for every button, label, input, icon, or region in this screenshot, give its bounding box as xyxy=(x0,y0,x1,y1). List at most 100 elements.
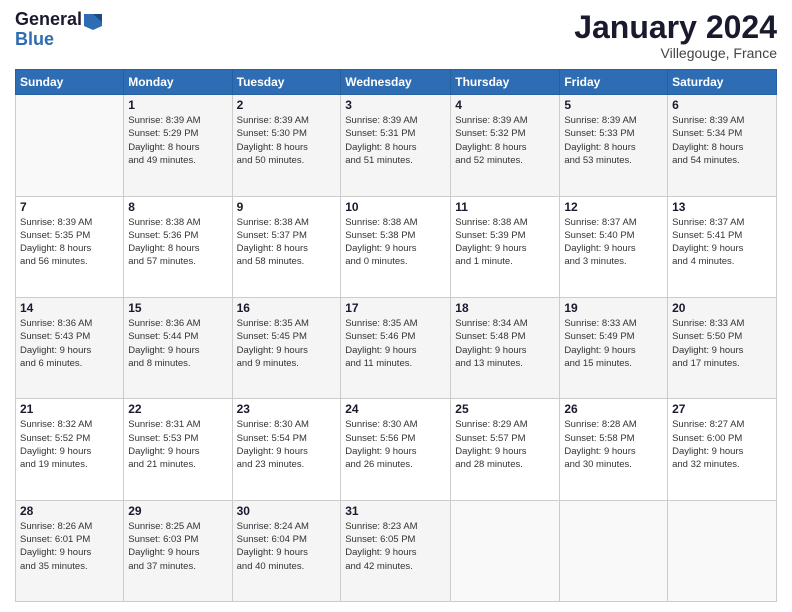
calendar-week-row: 21 Sunrise: 8:32 AM Sunset: 5:52 PM Dayli… xyxy=(16,399,777,500)
day-info: Sunrise: 8:29 AM Sunset: 5:57 PM Dayligh… xyxy=(455,418,555,471)
calendar-cell: 23 Sunrise: 8:30 AM Sunset: 5:54 PM Dayli… xyxy=(232,399,341,500)
day-info: Sunrise: 8:35 AM Sunset: 5:45 PM Dayligh… xyxy=(237,317,337,370)
weekday-header: Wednesday xyxy=(341,70,451,95)
calendar-cell: 12 Sunrise: 8:37 AM Sunset: 5:40 PM Dayli… xyxy=(560,196,668,297)
calendar-cell: 24 Sunrise: 8:30 AM Sunset: 5:56 PM Dayli… xyxy=(341,399,451,500)
day-info: Sunrise: 8:39 AM Sunset: 5:35 PM Dayligh… xyxy=(20,216,119,269)
title-section: January 2024 Villegouge, France xyxy=(574,10,777,61)
day-number: 26 xyxy=(564,402,663,416)
day-number: 14 xyxy=(20,301,119,315)
calendar-cell: 29Sunrise: 8:25 AM Sunset: 6:03 PM Dayli… xyxy=(124,500,232,601)
calendar-cell: 14 Sunrise: 8:36 AM Sunset: 5:43 PM Dayli… xyxy=(16,297,124,398)
calendar-cell: 25Sunrise: 8:29 AM Sunset: 5:57 PM Dayli… xyxy=(451,399,560,500)
day-info: Sunrise: 8:36 AM Sunset: 5:44 PM Dayligh… xyxy=(128,317,227,370)
day-info: Sunrise: 8:27 AM Sunset: 6:00 PM Dayligh… xyxy=(672,418,772,471)
day-info: Sunrise: 8:34 AM Sunset: 5:48 PM Dayligh… xyxy=(455,317,555,370)
day-info: Sunrise: 8:39 AM Sunset: 5:34 PM Dayligh… xyxy=(672,114,772,167)
day-number: 30 xyxy=(237,504,337,518)
day-info: Sunrise: 8:23 AM Sunset: 6:05 PM Dayligh… xyxy=(345,520,446,573)
day-info: Sunrise: 8:39 AM Sunset: 5:30 PM Dayligh… xyxy=(237,114,337,167)
month-title: January 2024 xyxy=(574,10,777,45)
day-number: 16 xyxy=(237,301,337,315)
day-number: 18 xyxy=(455,301,555,315)
day-number: 31 xyxy=(345,504,446,518)
day-number: 24 xyxy=(345,402,446,416)
day-number: 1 xyxy=(128,98,227,112)
day-info: Sunrise: 8:39 AM Sunset: 5:33 PM Dayligh… xyxy=(564,114,663,167)
weekday-header: Friday xyxy=(560,70,668,95)
calendar-cell: 6 Sunrise: 8:39 AM Sunset: 5:34 PM Daylig… xyxy=(668,95,777,196)
calendar-cell: 10 Sunrise: 8:38 AM Sunset: 5:38 PM Dayli… xyxy=(341,196,451,297)
day-number: 11 xyxy=(455,200,555,214)
day-info: Sunrise: 8:30 AM Sunset: 5:54 PM Dayligh… xyxy=(237,418,337,471)
day-number: 21 xyxy=(20,402,119,416)
day-number: 13 xyxy=(672,200,772,214)
day-info: Sunrise: 8:36 AM Sunset: 5:43 PM Dayligh… xyxy=(20,317,119,370)
day-number: 4 xyxy=(455,98,555,112)
day-number: 23 xyxy=(237,402,337,416)
calendar-cell: 20Sunrise: 8:33 AM Sunset: 5:50 PM Dayli… xyxy=(668,297,777,398)
weekday-header: Sunday xyxy=(16,70,124,95)
calendar-cell xyxy=(451,500,560,601)
day-number: 12 xyxy=(564,200,663,214)
calendar-cell: 18 Sunrise: 8:34 AM Sunset: 5:48 PM Dayli… xyxy=(451,297,560,398)
day-info: Sunrise: 8:38 AM Sunset: 5:39 PM Dayligh… xyxy=(455,216,555,269)
day-info: Sunrise: 8:31 AM Sunset: 5:53 PM Dayligh… xyxy=(128,418,227,471)
calendar-cell: 11 Sunrise: 8:38 AM Sunset: 5:39 PM Dayli… xyxy=(451,196,560,297)
day-info: Sunrise: 8:25 AM Sunset: 6:03 PM Dayligh… xyxy=(128,520,227,573)
calendar-cell: 8Sunrise: 8:38 AM Sunset: 5:36 PM Daylig… xyxy=(124,196,232,297)
day-number: 5 xyxy=(564,98,663,112)
day-info: Sunrise: 8:39 AM Sunset: 5:29 PM Dayligh… xyxy=(128,114,227,167)
day-info: Sunrise: 8:39 AM Sunset: 5:32 PM Dayligh… xyxy=(455,114,555,167)
day-info: Sunrise: 8:26 AM Sunset: 6:01 PM Dayligh… xyxy=(20,520,119,573)
calendar-cell xyxy=(560,500,668,601)
weekday-header: Tuesday xyxy=(232,70,341,95)
calendar-cell: 1 Sunrise: 8:39 AM Sunset: 5:29 PM Daylig… xyxy=(124,95,232,196)
calendar-cell: 30Sunrise: 8:24 AM Sunset: 6:04 PM Dayli… xyxy=(232,500,341,601)
day-number: 7 xyxy=(20,200,119,214)
calendar-cell: 2 Sunrise: 8:39 AM Sunset: 5:30 PM Daylig… xyxy=(232,95,341,196)
calendar-cell: 26 Sunrise: 8:28 AM Sunset: 5:58 PM Dayli… xyxy=(560,399,668,500)
day-number: 9 xyxy=(237,200,337,214)
day-info: Sunrise: 8:32 AM Sunset: 5:52 PM Dayligh… xyxy=(20,418,119,471)
calendar-week-row: 1 Sunrise: 8:39 AM Sunset: 5:29 PM Daylig… xyxy=(16,95,777,196)
calendar-cell: 21 Sunrise: 8:32 AM Sunset: 5:52 PM Dayli… xyxy=(16,399,124,500)
calendar-cell: 13 Sunrise: 8:37 AM Sunset: 5:41 PM Dayli… xyxy=(668,196,777,297)
calendar-cell: 19Sunrise: 8:33 AM Sunset: 5:49 PM Dayli… xyxy=(560,297,668,398)
calendar-cell: 5 Sunrise: 8:39 AM Sunset: 5:33 PM Daylig… xyxy=(560,95,668,196)
day-info: Sunrise: 8:37 AM Sunset: 5:40 PM Dayligh… xyxy=(564,216,663,269)
weekday-header: Saturday xyxy=(668,70,777,95)
calendar-cell: 16 Sunrise: 8:35 AM Sunset: 5:45 PM Dayli… xyxy=(232,297,341,398)
day-number: 19 xyxy=(564,301,663,315)
day-number: 10 xyxy=(345,200,446,214)
header: General Blue January 2024 Villegouge, Fr… xyxy=(15,10,777,61)
day-number: 3 xyxy=(345,98,446,112)
day-info: Sunrise: 8:30 AM Sunset: 5:56 PM Dayligh… xyxy=(345,418,446,471)
day-info: Sunrise: 8:38 AM Sunset: 5:38 PM Dayligh… xyxy=(345,216,446,269)
calendar-cell: 27 Sunrise: 8:27 AM Sunset: 6:00 PM Dayli… xyxy=(668,399,777,500)
day-number: 2 xyxy=(237,98,337,112)
day-info: Sunrise: 8:37 AM Sunset: 5:41 PM Dayligh… xyxy=(672,216,772,269)
day-number: 15 xyxy=(128,301,227,315)
calendar-table: SundayMondayTuesdayWednesdayThursdayFrid… xyxy=(15,69,777,602)
calendar-week-row: 7 Sunrise: 8:39 AM Sunset: 5:35 PM Daylig… xyxy=(16,196,777,297)
day-number: 22 xyxy=(128,402,227,416)
calendar-cell: 7 Sunrise: 8:39 AM Sunset: 5:35 PM Daylig… xyxy=(16,196,124,297)
calendar-week-row: 14 Sunrise: 8:36 AM Sunset: 5:43 PM Dayli… xyxy=(16,297,777,398)
calendar-cell: 4 Sunrise: 8:39 AM Sunset: 5:32 PM Daylig… xyxy=(451,95,560,196)
calendar-cell: 9Sunrise: 8:38 AM Sunset: 5:37 PM Daylig… xyxy=(232,196,341,297)
weekday-header: Thursday xyxy=(451,70,560,95)
day-number: 8 xyxy=(128,200,227,214)
day-info: Sunrise: 8:39 AM Sunset: 5:31 PM Dayligh… xyxy=(345,114,446,167)
calendar-cell xyxy=(16,95,124,196)
day-info: Sunrise: 8:33 AM Sunset: 5:50 PM Dayligh… xyxy=(672,317,772,370)
day-number: 6 xyxy=(672,98,772,112)
day-number: 17 xyxy=(345,301,446,315)
logo-text: General Blue xyxy=(15,10,82,50)
day-info: Sunrise: 8:35 AM Sunset: 5:46 PM Dayligh… xyxy=(345,317,446,370)
calendar-cell xyxy=(668,500,777,601)
day-number: 28 xyxy=(20,504,119,518)
calendar-page: General Blue January 2024 Villegouge, Fr… xyxy=(0,0,792,612)
day-info: Sunrise: 8:28 AM Sunset: 5:58 PM Dayligh… xyxy=(564,418,663,471)
day-number: 27 xyxy=(672,402,772,416)
